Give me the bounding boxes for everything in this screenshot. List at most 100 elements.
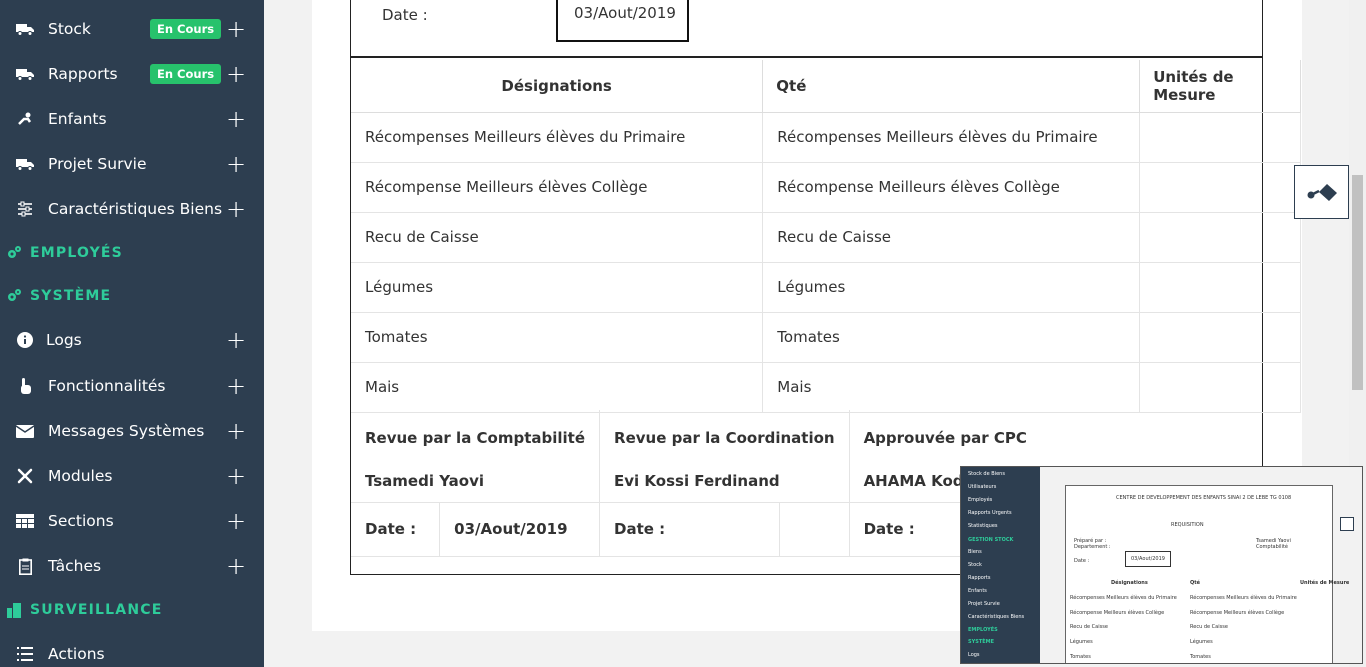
building-icon <box>7 603 21 618</box>
table-cell: Légumes <box>762 262 1141 313</box>
preview-cell: Récompenses Meilleurs élèves du Primaire <box>1070 595 1177 601</box>
signature-date-label: Date : <box>849 502 970 557</box>
truck-icon <box>16 155 34 173</box>
child-icon <box>16 110 34 128</box>
expand-plus-icon[interactable]: + <box>226 374 246 398</box>
sidebar-item-logs[interactable]: Logs + <box>0 320 264 360</box>
cogs-icon <box>8 289 21 301</box>
preview-sidebar-section: EMPLOYÉS <box>968 627 998 633</box>
sidebar-item-messages-systemes[interactable]: Messages Systèmes + <box>0 411 264 451</box>
sidebar-item-label: Tâches <box>48 557 102 575</box>
table-icon <box>16 512 34 530</box>
preview-cell: Tomates <box>1070 654 1091 660</box>
preview-cell: Légumes <box>1070 639 1093 645</box>
table-row: Recu de Caisse Recu de Caisse <box>351 212 1301 263</box>
preview-date: 03/Aout/2019 <box>1125 551 1171 567</box>
expand-plus-icon[interactable]: + <box>226 62 246 86</box>
preview-cell: Récompense Meilleurs élèves Collège <box>1190 610 1285 616</box>
sidebar-item-sections[interactable]: Sections + <box>0 501 264 541</box>
expand-plus-icon[interactable]: + <box>226 509 246 533</box>
sidebar-item-modules[interactable]: Modules + <box>0 456 264 496</box>
tools-icon <box>16 467 34 485</box>
expand-plus-icon[interactable]: + <box>226 152 246 176</box>
preview-title: REQUISITION <box>1171 522 1204 528</box>
preview-header: CENTRE DE DEVELOPPEMENT DES ENFANTS SINA… <box>1116 495 1292 501</box>
preview-sidebar-item: Rapports <box>968 575 991 581</box>
preview-role: Comptabilité <box>1256 544 1288 550</box>
preview-sidebar-item: Enfants <box>968 588 987 594</box>
table-header-row: Désignations Qté Unités de Mesure <box>351 60 1301 113</box>
table-cell: Récompense Meilleurs élèves Collège <box>351 162 764 213</box>
sidebar-item-taches[interactable]: Tâches + <box>0 546 264 586</box>
signature-title: Approuvée par CPC <box>863 429 1027 447</box>
expand-plus-icon[interactable]: + <box>226 328 246 352</box>
hand-pointer-icon <box>16 377 34 395</box>
expand-plus-icon[interactable]: + <box>226 554 246 578</box>
section-label: SURVEILLANCE <box>30 602 163 618</box>
preview-sidebar-item: Projet Survie <box>968 601 1000 607</box>
section-surveillance[interactable]: SURVEILLANCE <box>0 595 264 625</box>
signature-date-label: Date : <box>351 502 441 557</box>
paint-bucket-icon <box>1307 184 1337 201</box>
preview-column-header: Qté <box>1190 580 1201 586</box>
sidebar-item-projet-survie[interactable]: Projet Survie + <box>0 144 264 184</box>
preview-sidebar-item: Caractéristiques Biens <box>968 614 1025 620</box>
column-header: Désignations <box>351 60 764 113</box>
table-cell: Mais <box>762 362 1141 413</box>
preview-sidebar-item: Stock de Biens <box>968 471 1005 477</box>
signature-date-value <box>779 502 850 557</box>
items-table: Désignations Qté Unités de Mesure Récomp… <box>351 60 1301 413</box>
sidebar: Stock En Cours + Rapports En Cours + Enf… <box>0 0 264 667</box>
table-cell: Mais <box>351 362 764 413</box>
preview-sidebar-item: Logs <box>968 652 980 658</box>
sidebar-item-label: Actions <box>48 645 105 663</box>
sliders-icon <box>16 200 34 218</box>
preview-cell: Tomates <box>1190 654 1211 660</box>
table-cell: Tomates <box>762 312 1141 363</box>
status-badge: En Cours <box>150 64 222 84</box>
table-cell: Légumes <box>351 262 764 313</box>
page-preview-thumbnail[interactable]: Stock de Biens Utilisateurs Employés Rap… <box>960 466 1363 664</box>
sidebar-item-label: Logs <box>46 331 82 349</box>
preview-cell: Recu de Caisse <box>1070 624 1108 630</box>
sidebar-item-label: Stock <box>48 20 91 38</box>
preview-cell: Légumes <box>1190 639 1213 645</box>
table-cell: Recu de Caisse <box>351 212 764 263</box>
sidebar-item-stock[interactable]: Stock En Cours + <box>0 9 264 49</box>
list-icon <box>16 645 34 663</box>
signature-title: Revue par la Comptabilité <box>351 410 601 460</box>
table-cell <box>1139 112 1301 163</box>
sidebar-item-rapports[interactable]: Rapports En Cours + <box>0 54 264 94</box>
expand-plus-icon[interactable]: + <box>226 17 246 41</box>
sidebar-item-caracteristiques-biens[interactable]: Caractéristiques Biens + <box>0 189 264 229</box>
expand-plus-icon[interactable]: + <box>226 464 246 488</box>
sidebar-item-enfants[interactable]: Enfants + <box>0 99 264 139</box>
table-cell <box>1139 362 1301 413</box>
section-systeme[interactable]: SYSTÈME <box>0 281 264 311</box>
signature-titles-row: Revue par la Comptabilité Revue par la C… <box>351 410 1262 460</box>
sidebar-item-label: Rapports <box>48 65 118 83</box>
expand-plus-icon[interactable]: + <box>226 107 246 131</box>
theme-paint-button[interactable] <box>1294 165 1349 219</box>
table-cell <box>1139 312 1301 363</box>
expand-plus-icon[interactable]: + <box>226 419 246 443</box>
preview-cell: Recu de Caisse <box>1190 624 1228 630</box>
preview-column-header: Désignations <box>1111 580 1148 586</box>
scrollbar-thumb[interactable] <box>1352 175 1363 390</box>
expand-plus-icon[interactable]: + <box>226 197 246 221</box>
sidebar-item-label: Fonctionnalités <box>48 377 166 395</box>
sidebar-item-actions[interactable]: Actions <box>0 634 264 667</box>
truck-icon <box>16 65 34 83</box>
table-row: Légumes Légumes <box>351 262 1301 313</box>
sidebar-item-fonctionnalites[interactable]: Fonctionnalités + <box>0 366 264 406</box>
preview-document: CENTRE DE DEVELOPPEMENT DES ENFANTS SINA… <box>1065 485 1349 663</box>
signature-date-label: Date : <box>599 502 780 557</box>
section-employes[interactable]: EMPLOYÉS <box>0 238 264 268</box>
clipboard-icon <box>16 557 34 575</box>
date-value: 03/Aout/2019 <box>556 0 689 42</box>
cogs-icon <box>8 246 21 258</box>
column-header: Unités de Mesure <box>1139 60 1301 113</box>
table-row: Tomates Tomates <box>351 312 1301 363</box>
truck-icon <box>16 20 34 38</box>
sidebar-item-label: Enfants <box>48 110 107 128</box>
